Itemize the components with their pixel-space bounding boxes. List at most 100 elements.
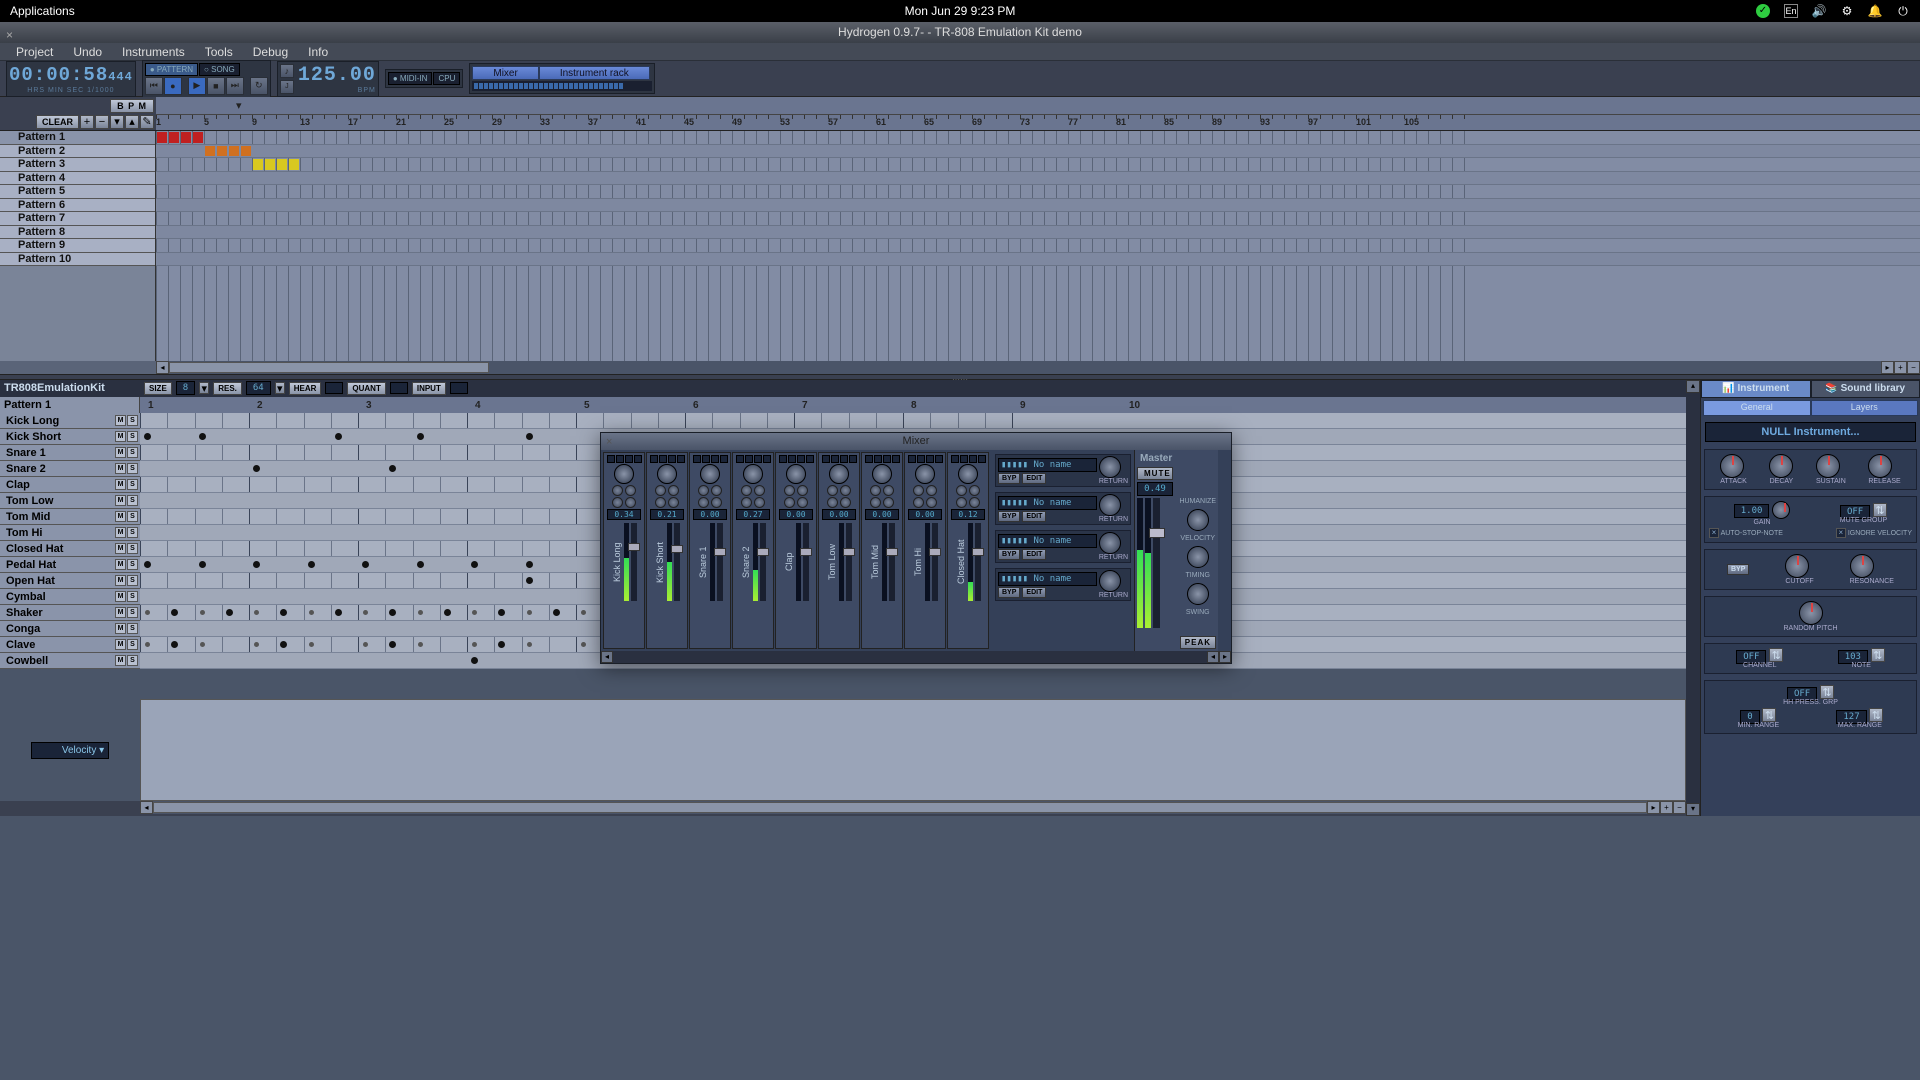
fx2-send[interactable]: [840, 485, 851, 496]
size-spinner[interactable]: ▾: [199, 382, 209, 394]
ch-fader[interactable]: [975, 523, 981, 601]
mode-pattern[interactable]: ● PATTERN: [145, 63, 198, 76]
pattern-list-item[interactable]: Pattern 7: [0, 212, 155, 226]
menu-debug[interactable]: Debug: [245, 43, 296, 61]
note[interactable]: [526, 561, 533, 568]
solo-btn[interactable]: S: [127, 431, 138, 442]
mute-btn[interactable]: M: [115, 527, 126, 538]
ch-mute[interactable]: [668, 455, 676, 463]
instrument-row[interactable]: CongaMS: [0, 621, 140, 637]
cutoff-knob[interactable]: [1785, 554, 1809, 578]
note[interactable]: [498, 609, 505, 616]
fx-bypass[interactable]: BYP: [998, 549, 1020, 560]
fx4-send[interactable]: [625, 497, 636, 508]
ch-play[interactable]: [908, 455, 916, 463]
mute-btn[interactable]: M: [115, 495, 126, 506]
pattern-vscroll[interactable]: ▴▾: [1686, 380, 1700, 816]
fx2-send[interactable]: [754, 485, 765, 496]
pattern-list-item[interactable]: Pattern 8: [0, 226, 155, 240]
ch-solo[interactable]: [720, 455, 728, 463]
ch-play[interactable]: [865, 455, 873, 463]
solo-btn[interactable]: S: [127, 511, 138, 522]
ch-solo[interactable]: [763, 455, 771, 463]
solo-btn[interactable]: S: [127, 447, 138, 458]
note[interactable]: [199, 561, 206, 568]
note[interactable]: [417, 433, 424, 440]
ch-mute[interactable]: [625, 455, 633, 463]
remove-pattern-button[interactable]: −: [95, 115, 109, 129]
fx1-send[interactable]: [913, 485, 924, 496]
ch-fader[interactable]: [631, 523, 637, 601]
sustain-knob[interactable]: [1816, 454, 1840, 478]
ch-mute[interactable]: [926, 455, 934, 463]
mode-song[interactable]: ○ SONG: [199, 63, 240, 76]
ch-play[interactable]: [693, 455, 701, 463]
note-spinner[interactable]: ⇅: [1871, 648, 1885, 662]
gain-knob[interactable]: [1772, 501, 1790, 519]
note[interactable]: [417, 561, 424, 568]
pan-knob[interactable]: [958, 464, 978, 484]
fx4-send[interactable]: [840, 497, 851, 508]
subtab-general[interactable]: General: [1703, 400, 1811, 416]
fx3-send[interactable]: [784, 497, 795, 508]
instrument-row[interactable]: Open HatMS: [0, 573, 140, 589]
solo-btn[interactable]: S: [127, 607, 138, 618]
add-pattern-button[interactable]: +: [80, 115, 94, 129]
tab-sound-library[interactable]: 📚 Sound library: [1811, 380, 1920, 398]
velocity-editor[interactable]: [140, 699, 1686, 801]
humanize-velocity-knob[interactable]: [1187, 509, 1209, 531]
channel-spinner[interactable]: ⇅: [1769, 648, 1783, 662]
solo-btn[interactable]: S: [127, 495, 138, 506]
hear-toggle[interactable]: [325, 382, 343, 394]
ch-prev[interactable]: [917, 455, 925, 463]
note[interactable]: [171, 609, 178, 616]
solo-btn[interactable]: S: [127, 527, 138, 538]
decay-knob[interactable]: [1769, 454, 1793, 478]
mute-btn[interactable]: M: [115, 559, 126, 570]
fx-name[interactable]: ▮▮▮▮▮ No name: [998, 534, 1097, 548]
fx2-send[interactable]: [625, 485, 636, 496]
pat-scroll-right[interactable]: ▸: [1647, 801, 1660, 814]
ch-fader[interactable]: [803, 523, 809, 601]
menu-tools[interactable]: Tools: [197, 43, 241, 61]
fx3-send[interactable]: [870, 497, 881, 508]
pat-scroll-left[interactable]: ◂: [140, 801, 153, 814]
ch-fader[interactable]: [717, 523, 723, 601]
fx3-send[interactable]: [827, 497, 838, 508]
attack-knob[interactable]: [1720, 454, 1744, 478]
fx4-send[interactable]: [668, 497, 679, 508]
mute-btn[interactable]: M: [115, 639, 126, 650]
fx1-send[interactable]: [827, 485, 838, 496]
note[interactable]: [526, 433, 533, 440]
ch-prev[interactable]: [831, 455, 839, 463]
ch-fader[interactable]: [846, 523, 852, 601]
fx1-send[interactable]: [784, 485, 795, 496]
mutegroup-spinner[interactable]: ⇅: [1873, 503, 1887, 517]
applications-menu[interactable]: Applications: [10, 4, 75, 18]
min-spinner[interactable]: ⇅: [1762, 708, 1776, 722]
pattern-list-item[interactable]: Pattern 1: [0, 131, 155, 145]
subtab-layers[interactable]: Layers: [1811, 400, 1919, 416]
instrument-row[interactable]: Snare 2MS: [0, 461, 140, 477]
fx-name[interactable]: ▮▮▮▮▮ No name: [998, 496, 1097, 510]
pattern-list-item[interactable]: Pattern 3: [0, 158, 155, 172]
ch-play[interactable]: [607, 455, 615, 463]
mute-btn[interactable]: M: [115, 415, 126, 426]
swing-knob[interactable]: [1187, 583, 1209, 605]
pattern-list-item[interactable]: Pattern 9: [0, 239, 155, 253]
instrument-row[interactable]: CowbellMS: [0, 653, 140, 669]
menu-instruments[interactable]: Instruments: [114, 43, 193, 61]
solo-btn[interactable]: S: [127, 559, 138, 570]
auto-stop-checkbox[interactable]: ×: [1709, 528, 1719, 538]
song-grid[interactable]: [156, 131, 1920, 361]
ch-prev[interactable]: [702, 455, 710, 463]
pattern-list-item[interactable]: Pattern 5: [0, 185, 155, 199]
ch-mute[interactable]: [840, 455, 848, 463]
instrument-name[interactable]: NULL Instrument...: [1705, 422, 1916, 442]
instrument-rack-toggle[interactable]: Instrument rack: [539, 66, 650, 80]
song-hscrollbar[interactable]: ◂ ▸ + −: [0, 361, 1920, 374]
fx-edit[interactable]: EDIT: [1022, 473, 1046, 484]
play-button[interactable]: ▶: [188, 77, 206, 95]
pan-knob[interactable]: [614, 464, 634, 484]
random-pitch-knob[interactable]: [1799, 601, 1823, 625]
